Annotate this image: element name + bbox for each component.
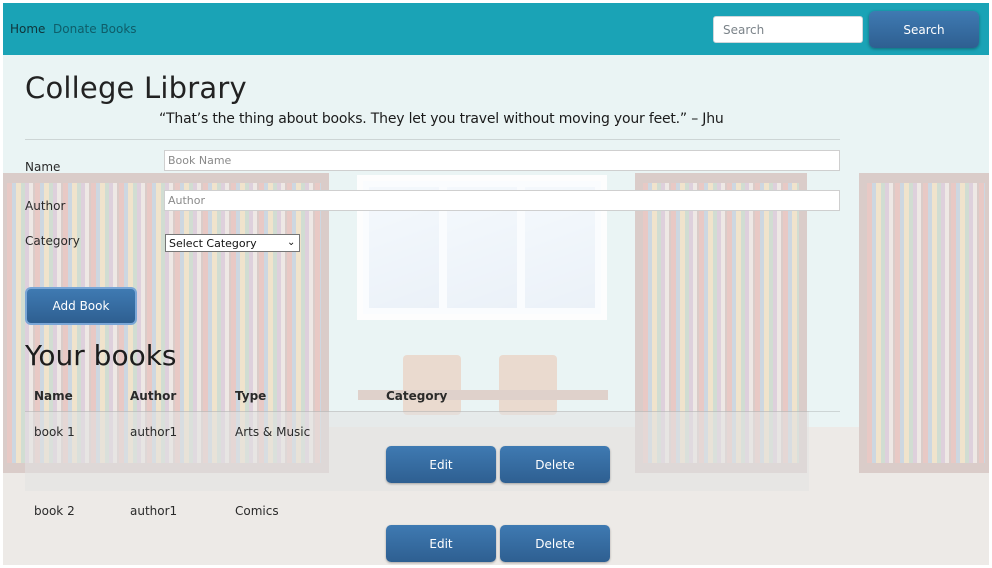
name-label: Name bbox=[25, 160, 61, 174]
column-header-type: Type bbox=[235, 389, 267, 403]
column-header-author: Author bbox=[130, 389, 177, 403]
category-label: Category bbox=[25, 234, 80, 248]
nav-donate-books-link[interactable]: Donate Books bbox=[53, 21, 137, 37]
search-input[interactable] bbox=[713, 16, 863, 43]
category-select[interactable]: Select Category bbox=[165, 234, 300, 252]
app-frame: Home Donate Books Search College Library… bbox=[3, 3, 989, 565]
divider bbox=[25, 139, 840, 140]
column-header-name: Name bbox=[34, 389, 73, 403]
table-cell-author: author1 bbox=[130, 504, 178, 518]
table-cell-type: Arts & Music bbox=[235, 425, 311, 439]
table-divider bbox=[25, 411, 840, 412]
navbar: Home Donate Books Search bbox=[3, 3, 989, 55]
add-book-button[interactable]: Add Book bbox=[25, 287, 137, 325]
table-cell-name: book 2 bbox=[34, 504, 75, 518]
author-label: Author bbox=[25, 199, 66, 213]
edit-button[interactable]: Edit bbox=[386, 525, 496, 562]
your-books-heading: Your books bbox=[25, 339, 177, 372]
column-header-category: Category bbox=[386, 389, 448, 403]
table-cell-author: author1 bbox=[130, 425, 178, 439]
edit-button[interactable]: Edit bbox=[386, 446, 496, 483]
page-quote: “That’s the thing about books. They let … bbox=[159, 111, 724, 127]
delete-button[interactable]: Delete bbox=[500, 525, 610, 562]
nav-home-link[interactable]: Home bbox=[10, 21, 45, 37]
page-title: College Library bbox=[25, 71, 247, 105]
search-button[interactable]: Search bbox=[869, 11, 979, 48]
delete-button[interactable]: Delete bbox=[500, 446, 610, 483]
table-cell-name: book 1 bbox=[34, 425, 75, 439]
table-cell-type: Comics bbox=[235, 504, 279, 518]
author-input[interactable] bbox=[164, 190, 840, 211]
book-name-input[interactable] bbox=[164, 150, 840, 171]
